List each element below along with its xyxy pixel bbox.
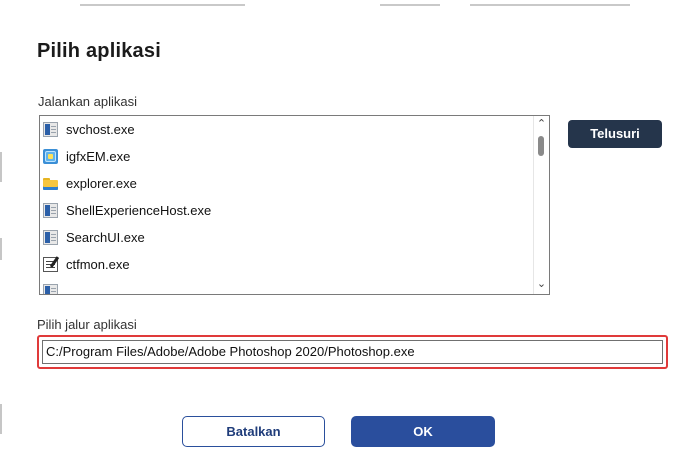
app-path-label: Pilih jalur aplikasi bbox=[37, 317, 137, 332]
background-edge bbox=[0, 404, 2, 434]
list-item[interactable]: igfxEM.exe bbox=[40, 143, 533, 170]
window-icon bbox=[43, 122, 58, 137]
background-line bbox=[380, 4, 440, 6]
list-item[interactable] bbox=[40, 278, 533, 294]
running-apps-list[interactable]: svchost.exe igfxEM.exe explorer.exe Shel… bbox=[39, 115, 550, 295]
intel-graphics-icon bbox=[43, 149, 58, 164]
browse-button[interactable]: Telusuri bbox=[568, 120, 662, 148]
app-path-input[interactable]: C:/Program Files/Adobe/Adobe Photoshop 2… bbox=[42, 340, 663, 364]
app-name: ctfmon.exe bbox=[66, 257, 130, 272]
folder-icon bbox=[43, 176, 58, 191]
path-highlight-box: C:/Program Files/Adobe/Adobe Photoshop 2… bbox=[37, 335, 668, 369]
app-name: ShellExperienceHost.exe bbox=[66, 203, 212, 218]
app-name: igfxEM.exe bbox=[66, 149, 131, 164]
background-line bbox=[80, 4, 245, 6]
window-icon bbox=[43, 203, 58, 218]
list-scrollbar[interactable]: ⌃ ⌄ bbox=[533, 116, 549, 294]
list-item[interactable]: ShellExperienceHost.exe bbox=[40, 197, 533, 224]
window-icon bbox=[43, 284, 58, 294]
choose-application-dialog: Pilih aplikasi Jalankan aplikasi svchost… bbox=[8, 8, 680, 467]
app-name: svchost.exe bbox=[66, 122, 135, 137]
app-list-viewport: svchost.exe igfxEM.exe explorer.exe Shel… bbox=[40, 116, 533, 294]
list-item[interactable]: svchost.exe bbox=[40, 116, 533, 143]
background-top-edge bbox=[0, 0, 682, 8]
cancel-button[interactable]: Batalkan bbox=[182, 416, 325, 447]
window-icon bbox=[43, 230, 58, 245]
notepad-icon bbox=[43, 257, 58, 272]
list-item[interactable]: ctfmon.exe bbox=[40, 251, 533, 278]
scroll-up-arrow[interactable]: ⌃ bbox=[534, 117, 549, 132]
scrollbar-thumb[interactable] bbox=[538, 136, 544, 156]
list-item[interactable]: explorer.exe bbox=[40, 170, 533, 197]
app-name: SearchUI.exe bbox=[66, 230, 145, 245]
background-line bbox=[470, 4, 630, 6]
run-application-label: Jalankan aplikasi bbox=[38, 94, 138, 109]
scroll-down-arrow[interactable]: ⌄ bbox=[534, 277, 549, 292]
background-edge bbox=[0, 238, 2, 260]
ok-button[interactable]: OK bbox=[351, 416, 495, 447]
background-edge bbox=[0, 152, 2, 182]
list-item[interactable]: SearchUI.exe bbox=[40, 224, 533, 251]
app-name: explorer.exe bbox=[66, 176, 137, 191]
dialog-title: Pilih aplikasi bbox=[37, 40, 161, 62]
